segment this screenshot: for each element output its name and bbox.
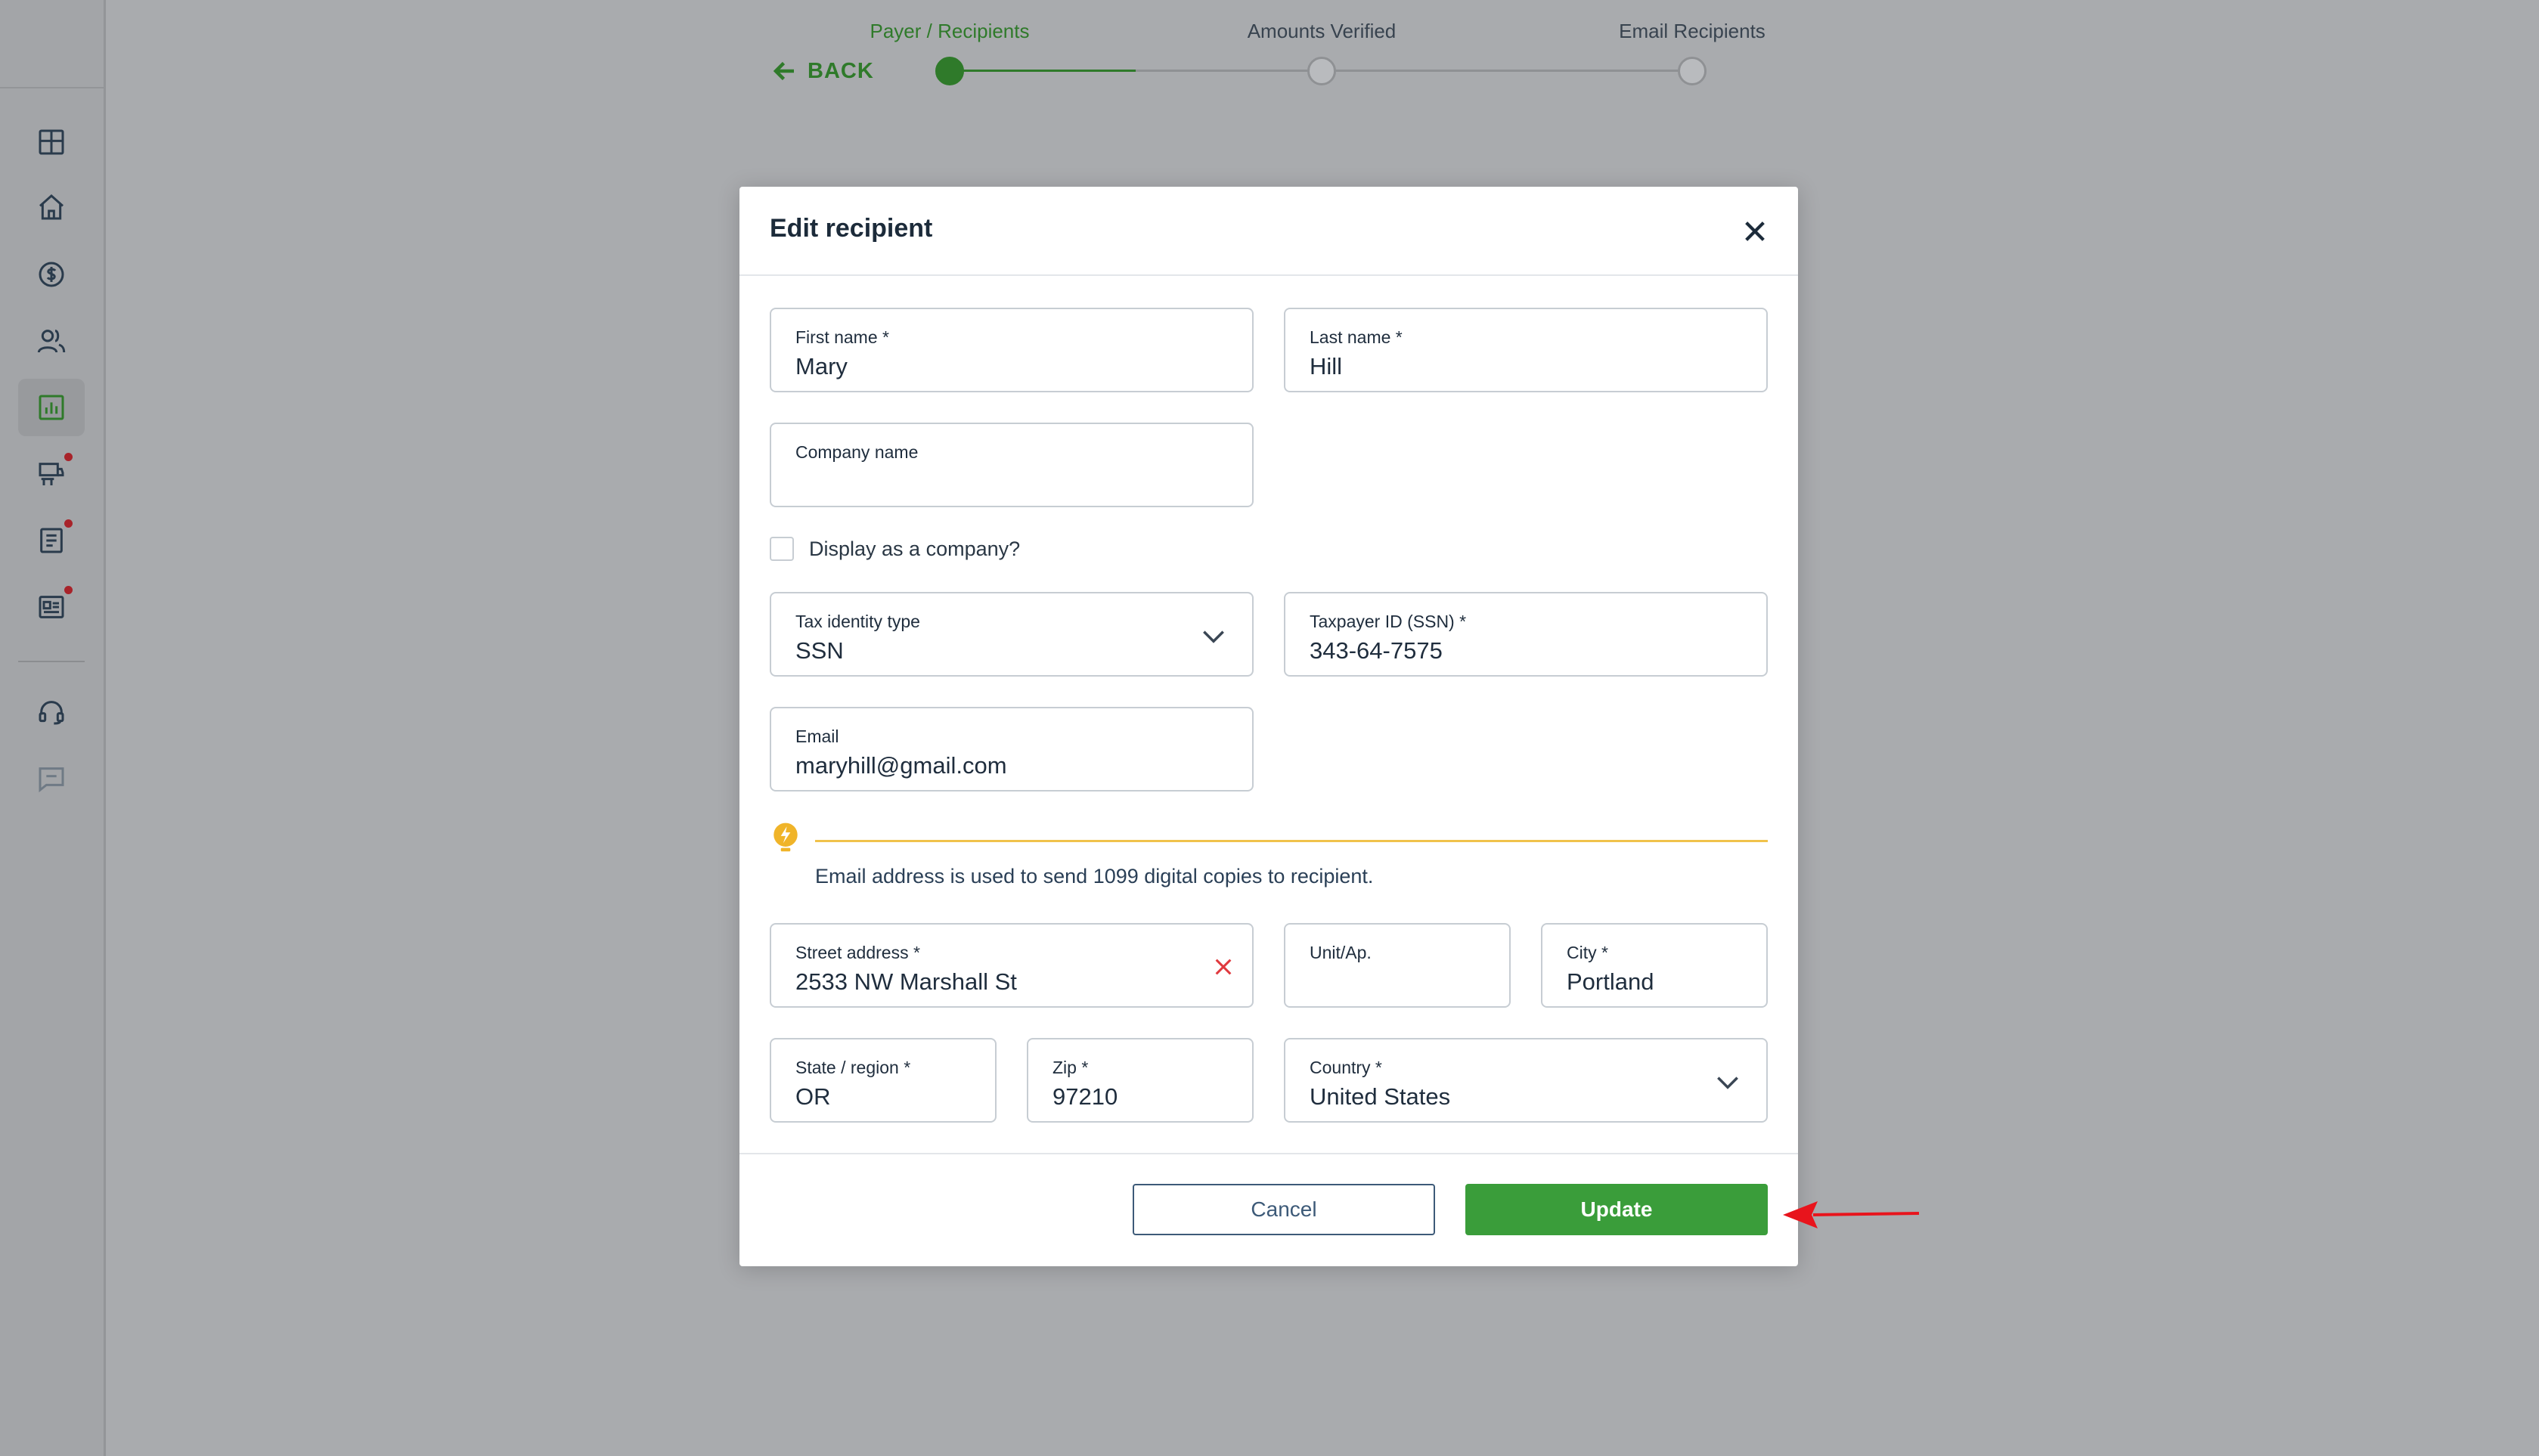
dollar-icon xyxy=(39,262,64,287)
annotation-arrow-icon xyxy=(1783,1201,1920,1228)
footer-divider xyxy=(739,1153,1798,1154)
street-address-value: 2533 NW Marshall St xyxy=(795,968,1017,995)
clear-icon xyxy=(1215,959,1232,975)
chevron-down-icon xyxy=(1203,630,1224,643)
tip-divider xyxy=(815,840,1768,842)
sidebar-divider xyxy=(18,661,85,662)
country-select[interactable]: Country * United States xyxy=(1284,1038,1768,1123)
zip-value: 97210 xyxy=(1052,1083,1118,1110)
sidebar-item-chat[interactable] xyxy=(18,750,85,807)
first-name-label: First name * xyxy=(795,327,889,347)
close-button[interactable] xyxy=(1738,214,1772,249)
step-label-email-recipients: Email Recipients xyxy=(1619,20,1766,42)
last-name-value: Hill xyxy=(1310,353,1343,379)
display-as-company-checkbox[interactable] xyxy=(770,537,794,561)
city-field[interactable]: City * Portland xyxy=(1541,923,1768,1008)
back-label: BACK xyxy=(808,58,874,83)
email-field[interactable]: Email maryhill@gmail.com xyxy=(770,707,1254,792)
step-dot-payer-recipients[interactable] xyxy=(935,57,964,85)
sidebar-item-shipping[interactable] xyxy=(18,445,85,503)
progress-stepper: BACK Payer / Recipients Amounts Verified… xyxy=(0,0,2539,91)
update-button[interactable]: Update xyxy=(1465,1184,1768,1235)
last-name-field[interactable]: Last name * Hill xyxy=(1284,308,1768,392)
chevron-down-icon xyxy=(1717,1077,1738,1089)
tax-identity-type-label: Tax identity type xyxy=(795,612,920,631)
home-icon xyxy=(39,194,64,220)
sidebar-item-dashboard[interactable] xyxy=(18,113,85,171)
cancel-button[interactable]: Cancel xyxy=(1133,1184,1435,1235)
taxpayer-id-label: Taxpayer ID (SSN) * xyxy=(1310,612,1467,631)
company-name-field[interactable]: Company name xyxy=(770,423,1254,507)
street-address-field[interactable]: Street address * 2533 NW Marshall St xyxy=(770,923,1254,1008)
city-label: City * xyxy=(1567,943,1608,962)
document-icon xyxy=(40,528,63,553)
clear-street-address-button[interactable] xyxy=(1208,952,1238,982)
display-as-company-label: Display as a company? xyxy=(809,537,1021,560)
email-tip-text: Email address is used to send 1099 digit… xyxy=(815,865,1374,888)
taxpayer-id-field[interactable]: Taxpayer ID (SSN) * 343-64-7575 xyxy=(1284,592,1768,677)
edit-recipient-modal: Edit recipient First name * Mary Last na… xyxy=(739,187,1798,1266)
id-card-icon xyxy=(39,596,64,618)
unit-label: Unit/Ap. xyxy=(1310,943,1372,962)
company-name-label: Company name xyxy=(795,442,919,462)
tax-identity-type-value: SSN xyxy=(795,637,844,664)
email-label: Email xyxy=(795,726,839,746)
chat-icon xyxy=(39,767,64,793)
state-label: State / region * xyxy=(795,1058,911,1077)
lightbulb-icon xyxy=(773,822,798,852)
notification-badge xyxy=(64,453,73,461)
sidebar xyxy=(0,0,106,1456)
state-value: OR xyxy=(795,1083,831,1110)
display-as-company-row: Display as a company? xyxy=(770,537,1020,561)
support-headset-icon xyxy=(39,701,64,725)
notification-badge xyxy=(64,519,73,528)
taxpayer-id-value: 343-64-7575 xyxy=(1310,637,1443,664)
step-dot-email-recipients[interactable] xyxy=(1678,57,1707,85)
sidebar-item-payments[interactable] xyxy=(18,246,85,303)
sidebar-item-forms[interactable] xyxy=(18,578,85,636)
tax-identity-type-select[interactable]: Tax identity type SSN xyxy=(770,592,1254,677)
truck-icon xyxy=(39,463,64,485)
zip-label: Zip * xyxy=(1052,1058,1089,1077)
sidebar-item-reports[interactable] xyxy=(18,379,85,436)
step-dot-amounts-verified[interactable] xyxy=(1307,57,1336,85)
country-value: United States xyxy=(1310,1083,1451,1110)
sidebar-item-support[interactable] xyxy=(18,683,85,741)
country-label: Country * xyxy=(1310,1058,1382,1077)
sidebar-item-documents[interactable] xyxy=(18,512,85,569)
first-name-field[interactable]: First name * Mary xyxy=(770,308,1254,392)
unit-field[interactable]: Unit/Ap. xyxy=(1284,923,1511,1008)
arrow-left-icon xyxy=(773,61,794,81)
sidebar-item-people[interactable] xyxy=(18,312,85,370)
chart-icon xyxy=(39,395,64,420)
email-value: maryhill@gmail.com xyxy=(795,752,1007,779)
street-address-label: Street address * xyxy=(795,943,920,962)
modal-title: Edit recipient xyxy=(770,214,933,243)
step-track-progress xyxy=(950,70,1136,72)
modal-header: Edit recipient xyxy=(739,187,1798,276)
users-icon xyxy=(37,330,66,353)
step-label-amounts-verified: Amounts Verified xyxy=(1247,20,1397,42)
dashboard-icon xyxy=(39,129,64,155)
close-icon xyxy=(1745,221,1765,241)
step-label-payer-recipients: Payer / Recipients xyxy=(870,20,1030,42)
notification-badge xyxy=(64,586,73,594)
back-button[interactable]: BACK xyxy=(771,57,874,85)
city-value: Portland xyxy=(1567,968,1654,995)
sidebar-item-home[interactable] xyxy=(18,178,85,236)
zip-field[interactable]: Zip * 97210 xyxy=(1027,1038,1254,1123)
last-name-label: Last name * xyxy=(1310,327,1403,347)
first-name-value: Mary xyxy=(795,353,848,379)
state-field[interactable]: State / region * OR xyxy=(770,1038,997,1123)
